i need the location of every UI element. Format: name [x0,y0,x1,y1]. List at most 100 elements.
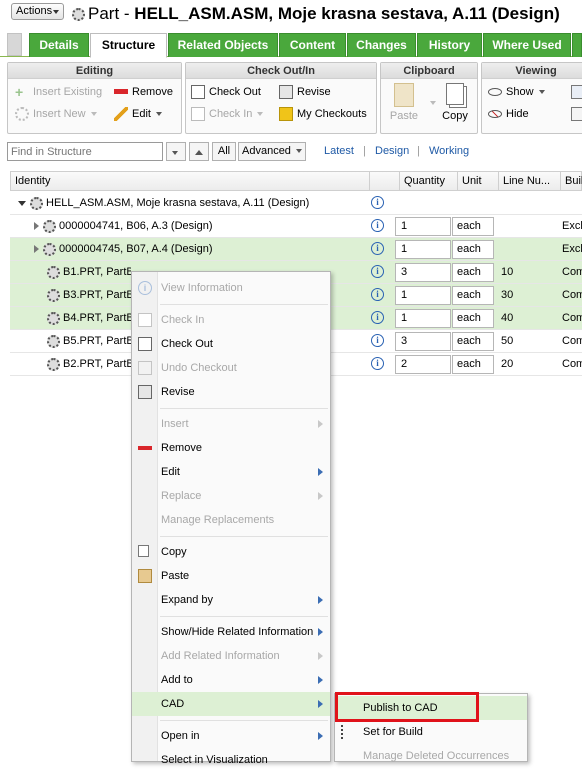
show-button[interactable]: Show [488,85,545,99]
unit-field[interactable]: each [452,240,494,259]
tab-where-used[interactable]: Where Used [483,33,571,57]
check-in-button[interactable]: Check In [191,107,264,122]
menu-item-revise[interactable]: Revise [132,380,330,404]
menu-item-edit[interactable]: Edit [132,460,330,484]
collapse-toggle-icon[interactable] [18,200,26,206]
tab-related-objects[interactable]: Related Objects [168,33,278,57]
menu-item-copy[interactable]: Copy [132,540,330,564]
hide-button[interactable]: Hide [488,107,529,121]
menu-item-manage-deleted-occurrences[interactable]: Manage Deleted Occurrences [335,744,527,768]
tab-history[interactable]: History [417,33,482,57]
quantity-field[interactable]: 1 [395,309,451,328]
tab-structure[interactable]: Structure [90,33,167,58]
menu-item-cad[interactable]: CAD [132,692,330,716]
expand-toggle-icon[interactable] [34,222,39,231]
table-row[interactable]: HELL_ASM.ASM, Moje krasna sestava, A.11 … [10,192,582,215]
tab-bar: Details Structure Related Objects Conten… [0,32,582,58]
menu-item-expand-by[interactable]: Expand by [132,588,330,612]
revise-button[interactable]: Revise [279,85,331,100]
remove-button[interactable]: Remove [114,85,173,99]
table-row[interactable]: 0000004745, B07, A.4 (Design) i 1 each E… [10,238,582,261]
menu-item-set-for-build[interactable]: Set for Build [335,720,527,744]
menu-item-add-related[interactable]: Add Related Information [132,644,330,668]
menu-item-remove[interactable]: Remove [132,436,330,460]
design-link[interactable]: Design [375,145,409,157]
tab-overflow[interactable] [572,33,582,57]
menu-item-manage-replacements[interactable]: Manage Replacements [132,508,330,532]
info-icon[interactable]: i [371,265,384,278]
info-icon[interactable]: i [371,288,384,301]
menu-item-add-to[interactable]: Add to [132,668,330,692]
unit-field[interactable]: each [452,309,494,328]
unit-field[interactable]: each [452,286,494,305]
menu-item-undo-checkout[interactable]: Undo Checkout [132,356,330,380]
find-all-button[interactable]: All [212,142,236,161]
tab-content[interactable]: Content [279,33,346,57]
quantity-field[interactable]: 1 [395,240,451,259]
check-out-button[interactable]: Check Out [191,85,261,100]
advanced-dropdown[interactable]: Advanced [238,142,306,161]
menu-item-show-hide-related[interactable]: Show/Hide Related Information [132,620,330,644]
menu-item-insert[interactable]: Insert [132,412,330,436]
column-identity[interactable]: Identity [11,172,369,191]
info-icon[interactable]: i [371,219,384,232]
info-icon[interactable]: i [371,334,384,347]
menu-item-select-in-visualization[interactable]: Select in Visualization [132,748,330,772]
find-dropdown-button[interactable] [166,142,186,161]
tab-scroll-left-button[interactable] [7,33,22,56]
copy-button[interactable]: Copy [439,83,471,123]
unit-field[interactable]: each [452,217,494,236]
quantity-field[interactable]: 2 [395,355,451,374]
column-quantity[interactable]: Quantity [399,172,457,191]
identity-text: B3.PRT, PartB3 [63,289,131,301]
column-build[interactable]: Buil [560,172,582,191]
column-line-number[interactable]: Line Nu... [498,172,560,191]
info-icon[interactable]: i [371,357,384,370]
edit-button[interactable]: Edit [114,107,162,122]
submenu-arrow-icon [318,700,323,708]
highlight-annotation-box [335,692,479,722]
menu-item-label: Expand by [161,594,213,606]
quantity-field[interactable]: 3 [395,332,451,351]
menu-item-paste[interactable]: Paste [132,564,330,588]
hide-eye-icon [488,110,502,119]
paste-button[interactable]: Paste [389,83,419,123]
paste-label: Paste [389,110,419,122]
working-link[interactable]: Working [429,145,469,157]
latest-link[interactable]: Latest [324,145,354,157]
quantity-field[interactable]: 3 [395,263,451,282]
unit-field[interactable]: each [452,355,494,374]
info-icon[interactable]: i [371,311,384,324]
menu-item-check-out[interactable]: Check Out [132,332,330,356]
insert-existing-button[interactable]: + Insert Existing [15,85,102,99]
my-checkouts-button[interactable]: My Checkouts [279,107,367,122]
unit-field[interactable]: each [452,332,494,351]
info-icon[interactable]: i [371,196,384,209]
list-view-icon[interactable] [571,107,582,121]
menu-item-label: Manage Deleted Occurrences [363,750,510,762]
quantity-field[interactable]: 1 [395,286,451,305]
quantity-field[interactable]: 1 [395,217,451,236]
checkout-group: Check Out/In Check Out Check In Revise M… [185,62,377,134]
info-icon[interactable]: i [371,242,384,255]
tab-details[interactable]: Details [29,33,89,57]
insert-new-button[interactable]: Insert New [15,107,97,122]
menu-item-check-in[interactable]: Check In [132,308,330,332]
table-row[interactable]: 0000004741, B06, A.3 (Design) i 1 each E… [10,215,582,238]
menu-item-label: Paste [161,570,190,582]
column-unit[interactable]: Unit [457,172,498,191]
unit-field[interactable]: each [452,263,494,282]
assembly-gear-icon [30,196,43,210]
menu-item-replace[interactable]: Replace [132,484,330,508]
chevron-down-icon [538,90,545,95]
paste-dropdown-icon[interactable] [430,101,436,105]
table-view-icon[interactable] [571,85,582,99]
menu-item-open-in[interactable]: Open in [132,724,330,748]
expand-toggle-icon[interactable] [34,245,39,254]
menu-item-view-information[interactable]: i View Information [132,276,330,300]
find-previous-button[interactable] [189,142,209,161]
my-checkouts-label: My Checkouts [297,108,367,120]
actions-button[interactable]: Actions [11,3,64,20]
find-in-structure-input[interactable] [7,142,163,161]
tab-changes[interactable]: Changes [347,33,416,57]
